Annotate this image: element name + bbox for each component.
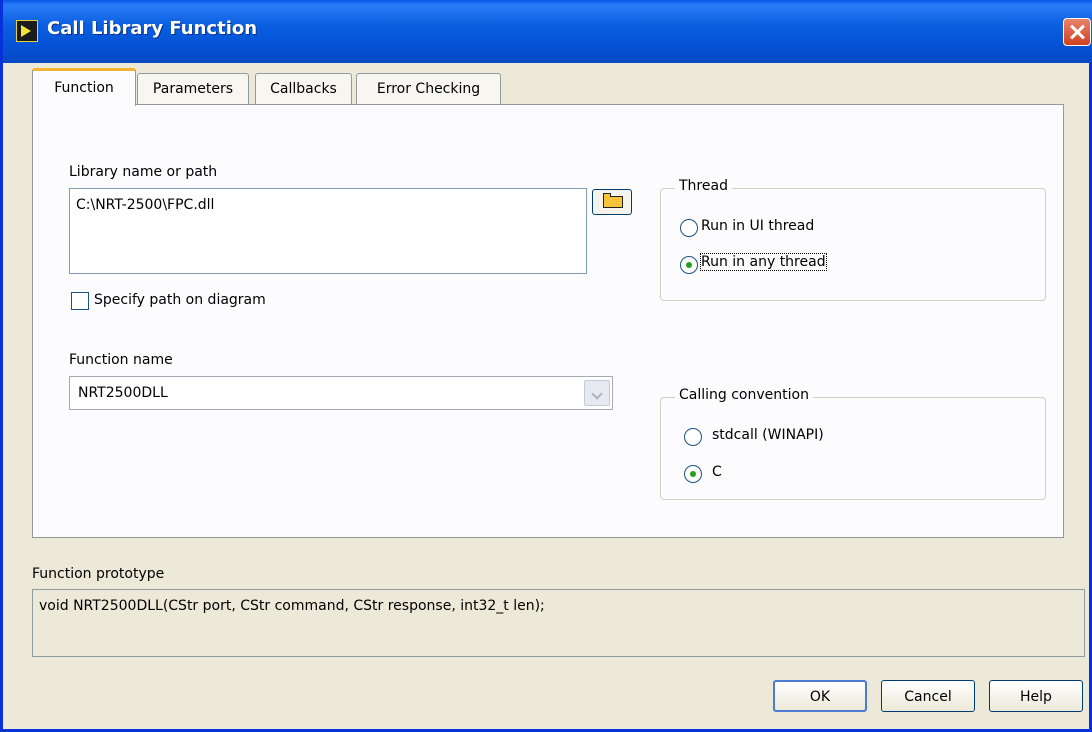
calling-convention-group: [660, 397, 1046, 500]
dialog-window: Call Library Function Function Parameter…: [0, 0, 1092, 732]
library-path-input[interactable]: C:\NRT-2500\FPC.dll: [69, 188, 587, 274]
specify-path-label: Specify path on diagram: [94, 292, 266, 308]
specify-path-checkbox[interactable]: [71, 292, 89, 310]
c-label: C: [712, 464, 722, 480]
tab-function[interactable]: Function: [32, 68, 136, 106]
radio-stdcall[interactable]: [684, 428, 702, 446]
prototype-display: void NRT2500DLL(CStr port, CStr command,…: [32, 589, 1085, 657]
function-name-select[interactable]: NRT2500DLL: [69, 376, 613, 410]
function-name-label: Function name: [69, 352, 173, 368]
radio-any-thread[interactable]: [680, 256, 698, 274]
tab-error-checking[interactable]: Error Checking: [356, 73, 501, 105]
window-title: Call Library Function: [47, 18, 258, 39]
stdcall-label: stdcall (WINAPI): [712, 427, 824, 443]
library-label: Library name or path: [69, 164, 218, 180]
tab-parameters[interactable]: Parameters: [137, 73, 249, 105]
function-name-value: NRT2500DLL: [78, 385, 168, 401]
thread-legend: Thread: [675, 178, 732, 194]
folder-open-icon: [603, 193, 623, 208]
labview-icon: [16, 20, 38, 42]
chevron-down-icon[interactable]: [584, 380, 610, 406]
help-button[interactable]: Help: [989, 680, 1083, 712]
ok-button[interactable]: OK: [773, 680, 867, 712]
title-bar[interactable]: Call Library Function: [3, 0, 1092, 63]
calling-convention-legend: Calling convention: [675, 387, 813, 403]
radio-ui-thread[interactable]: [680, 219, 698, 237]
any-thread-label: Run in any thread: [700, 253, 827, 271]
close-button[interactable]: [1063, 18, 1091, 46]
radio-c[interactable]: [684, 465, 702, 483]
ui-thread-label: Run in UI thread: [701, 218, 815, 234]
prototype-label: Function prototype: [32, 566, 165, 582]
thread-group: [660, 188, 1046, 301]
cancel-button[interactable]: Cancel: [881, 680, 975, 712]
browse-button[interactable]: [592, 189, 632, 215]
tab-callbacks[interactable]: Callbacks: [255, 73, 352, 105]
